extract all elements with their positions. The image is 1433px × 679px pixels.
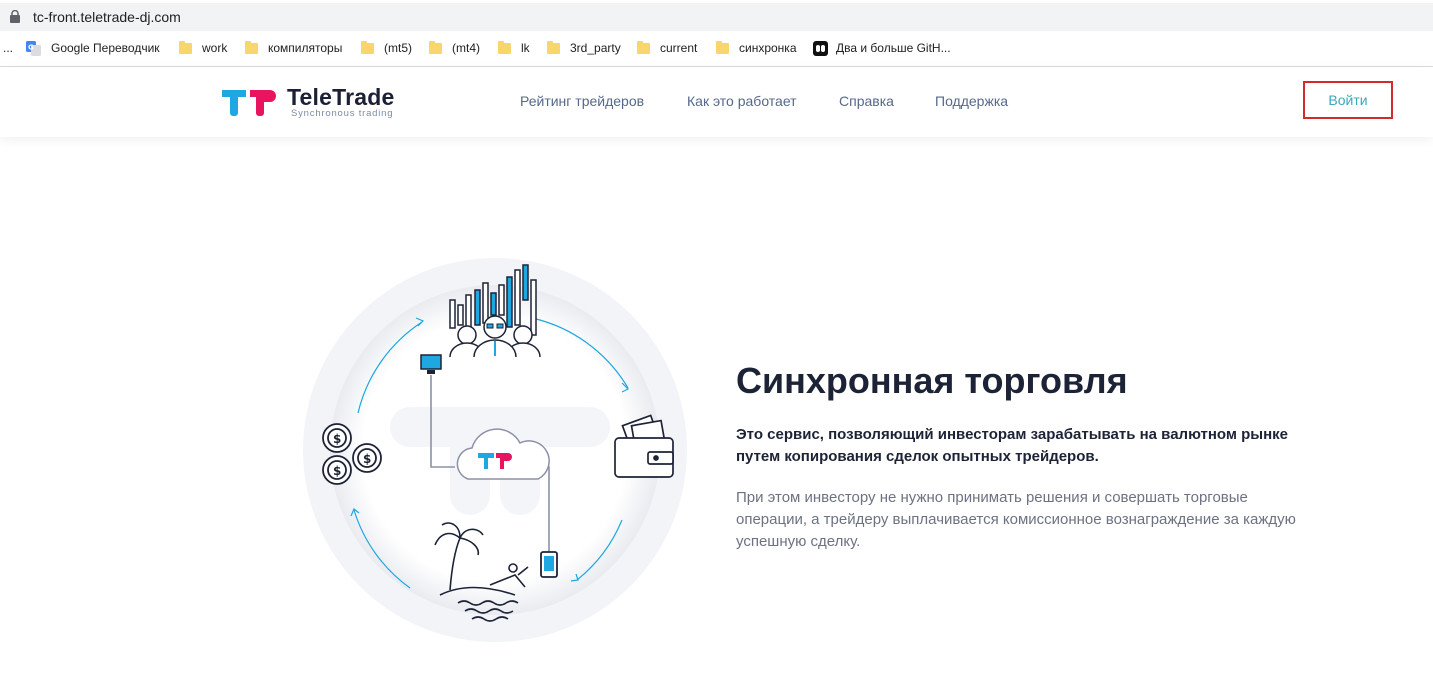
browser-chrome: tc-front.teletrade-dj.com ... G Google П… (0, 0, 1433, 67)
address-bar[interactable]: tc-front.teletrade-dj.com (0, 3, 1433, 31)
nav-help[interactable]: Справка (839, 93, 894, 109)
bookmarks-bar: ... G Google Переводчик work компиляторы… (0, 36, 1433, 60)
google-translate-icon: G (26, 40, 41, 56)
lock-icon (10, 10, 20, 23)
folder-icon (547, 40, 560, 54)
hero-title: Синхронная торговля (736, 360, 1128, 401)
brand-tagline: Synchronous trading (291, 108, 394, 119)
site-header: TeleTrade Synchronous trading Рейтинг тр… (0, 67, 1433, 137)
login-button[interactable]: Войти (1303, 81, 1393, 119)
url-text: tc-front.teletrade-dj.com (33, 9, 181, 25)
nav-support[interactable]: Поддержка (935, 93, 1008, 109)
bookmark-mt4[interactable]: (mt4) (429, 36, 480, 60)
folder-icon (179, 40, 192, 54)
bookmark-work[interactable]: work (179, 36, 227, 60)
github-icon (813, 40, 828, 56)
svg-text:$: $ (333, 464, 341, 478)
bookmark-lk[interactable]: lk (498, 36, 530, 60)
folder-icon (716, 40, 729, 54)
folder-icon (429, 40, 442, 54)
bookmark-sinkhronka[interactable]: синхронка (716, 36, 797, 60)
nav-how-it-works[interactable]: Как это работает (687, 93, 797, 109)
svg-text:G: G (28, 43, 34, 51)
logo[interactable]: TeleTrade Synchronous trading (220, 84, 400, 120)
nav-trader-rating[interactable]: Рейтинг трейдеров (520, 93, 644, 109)
folder-icon (361, 40, 374, 54)
bookmarks-overflow[interactable]: ... (3, 36, 13, 60)
svg-text:$: $ (363, 452, 371, 466)
svg-text:$: $ (333, 432, 341, 446)
hero-description: При этом инвестору не нужно принимать ре… (736, 489, 1296, 550)
brand-name: TeleTrade (287, 84, 395, 110)
folder-icon (637, 40, 650, 54)
teletrade-logo-icon (222, 90, 276, 116)
bookmark-mt5[interactable]: (mt5) (361, 36, 412, 60)
bookmark-github[interactable]: Два и больше GitH... (813, 36, 951, 60)
hero-lead: Это сервис, позволяющий инвесторам зараб… (736, 426, 1289, 465)
folder-icon (498, 40, 511, 54)
folder-icon (245, 40, 258, 54)
phone-icon (540, 551, 558, 578)
bookmark-compilers[interactable]: компиляторы (245, 36, 342, 60)
sync-trading-illustration: $ $ $ (303, 258, 687, 642)
bookmark-google-translate[interactable]: G Google Переводчик (26, 36, 160, 60)
login-button-label: Войти (1328, 92, 1368, 108)
bookmark-3rd-party[interactable]: 3rd_party (547, 36, 621, 60)
bookmark-current[interactable]: current (637, 36, 697, 60)
